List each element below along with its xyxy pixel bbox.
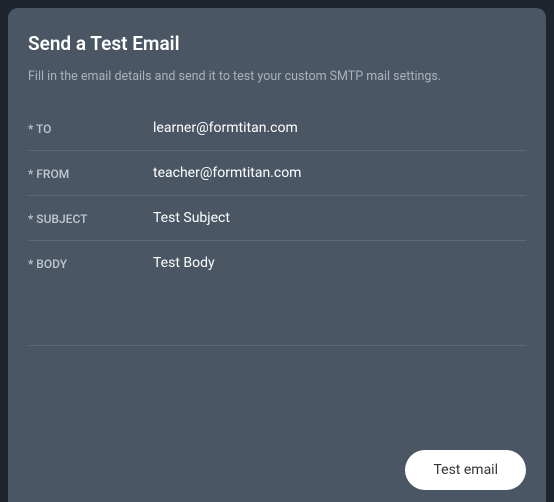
field-row-from: * FROM [28,151,526,196]
page-title: Send a Test Email [28,32,526,55]
subject-input[interactable] [153,210,526,226]
to-label: * TO [28,120,153,136]
page-subtitle: Fill in the email details and send it to… [28,69,526,84]
from-label: * FROM [28,165,153,181]
test-email-panel: Send a Test Email Fill in the email deta… [8,8,546,502]
subject-label: * SUBJECT [28,210,153,226]
from-input[interactable] [153,165,526,181]
field-row-subject: * SUBJECT [28,196,526,241]
body-input[interactable] [153,255,526,275]
body-label: * BODY [28,255,153,271]
field-row-to: * TO [28,106,526,151]
test-email-button[interactable]: Test email [405,450,526,490]
field-row-body: * BODY [28,241,526,346]
to-input[interactable] [153,120,526,136]
